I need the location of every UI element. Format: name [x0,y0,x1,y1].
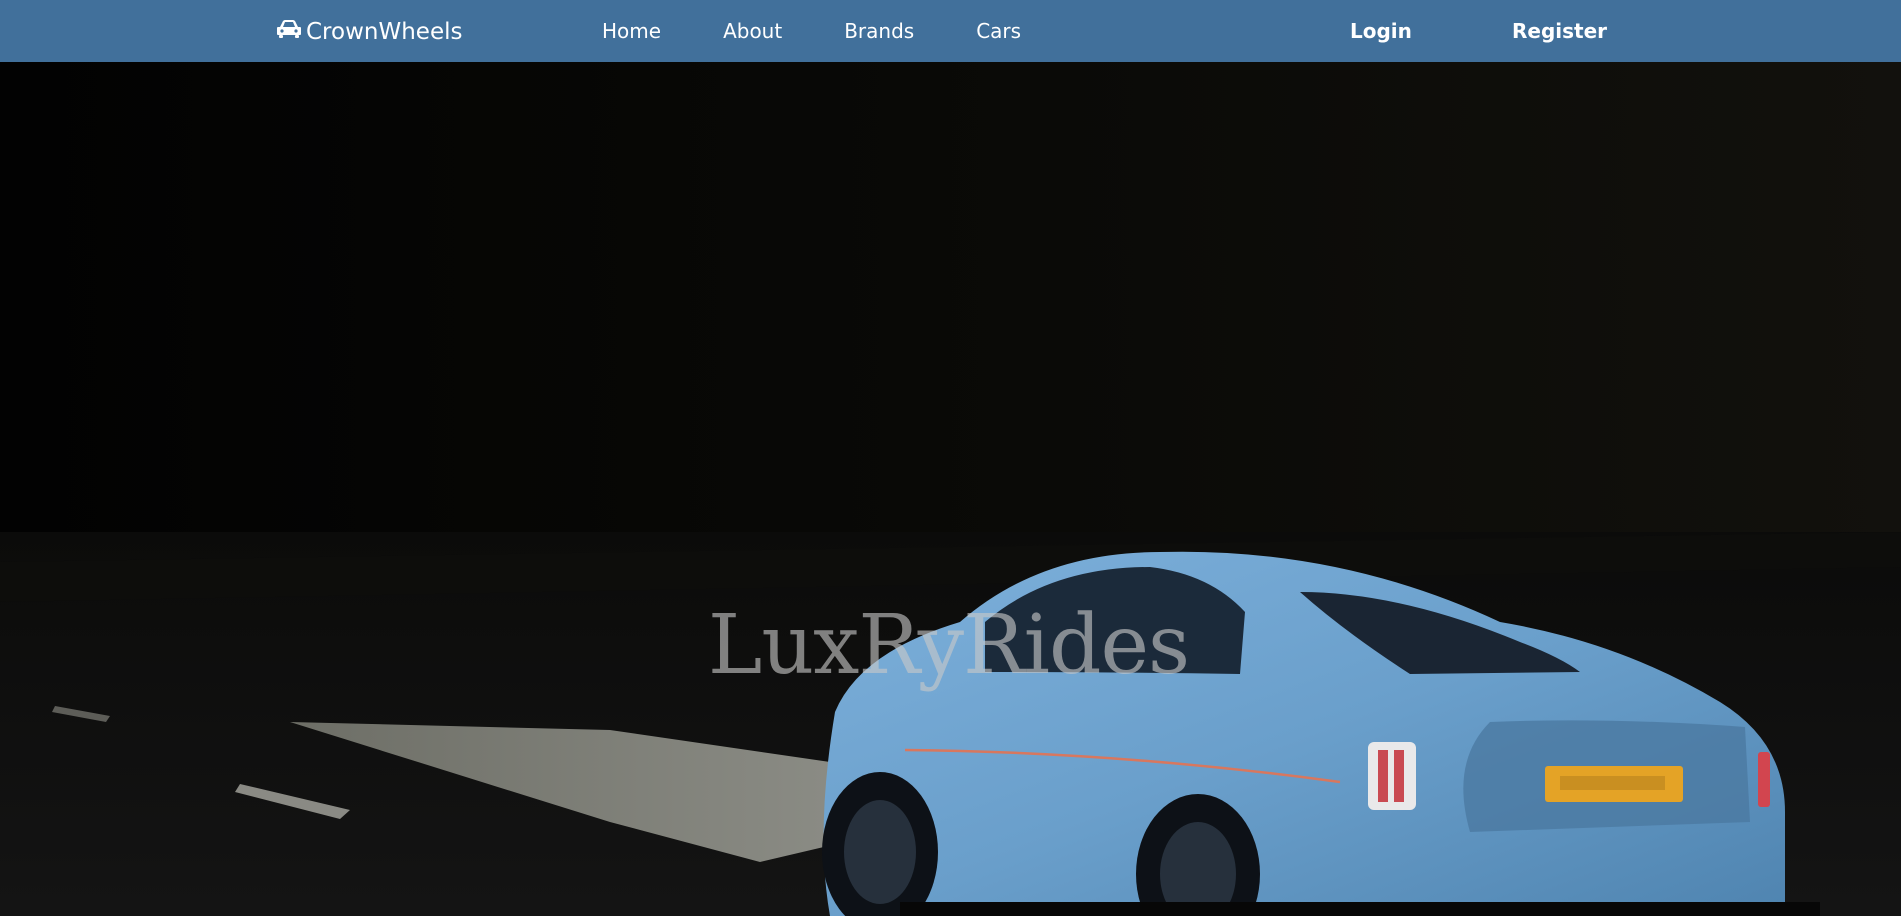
nav-home[interactable]: Home [602,19,661,43]
top-navbar: CrownWheels Home About Brands Cars Login… [0,0,1901,62]
hero-background-image [0,62,1901,916]
nav-brands[interactable]: Brands [844,19,914,43]
login-button[interactable]: Login [1350,0,1412,62]
brand-logo[interactable]: CrownWheels [276,15,462,49]
brand-name: CrownWheels [306,19,463,45]
car-icon [276,19,302,45]
nav-cars[interactable]: Cars [976,19,1021,43]
hero-title: LuxRyRides [707,598,1190,693]
hero-section: LuxRyRides [0,62,1901,916]
nav-about[interactable]: About [723,19,782,43]
main-nav: Home About Brands Cars [602,0,1021,62]
register-button[interactable]: Register [1512,0,1607,62]
